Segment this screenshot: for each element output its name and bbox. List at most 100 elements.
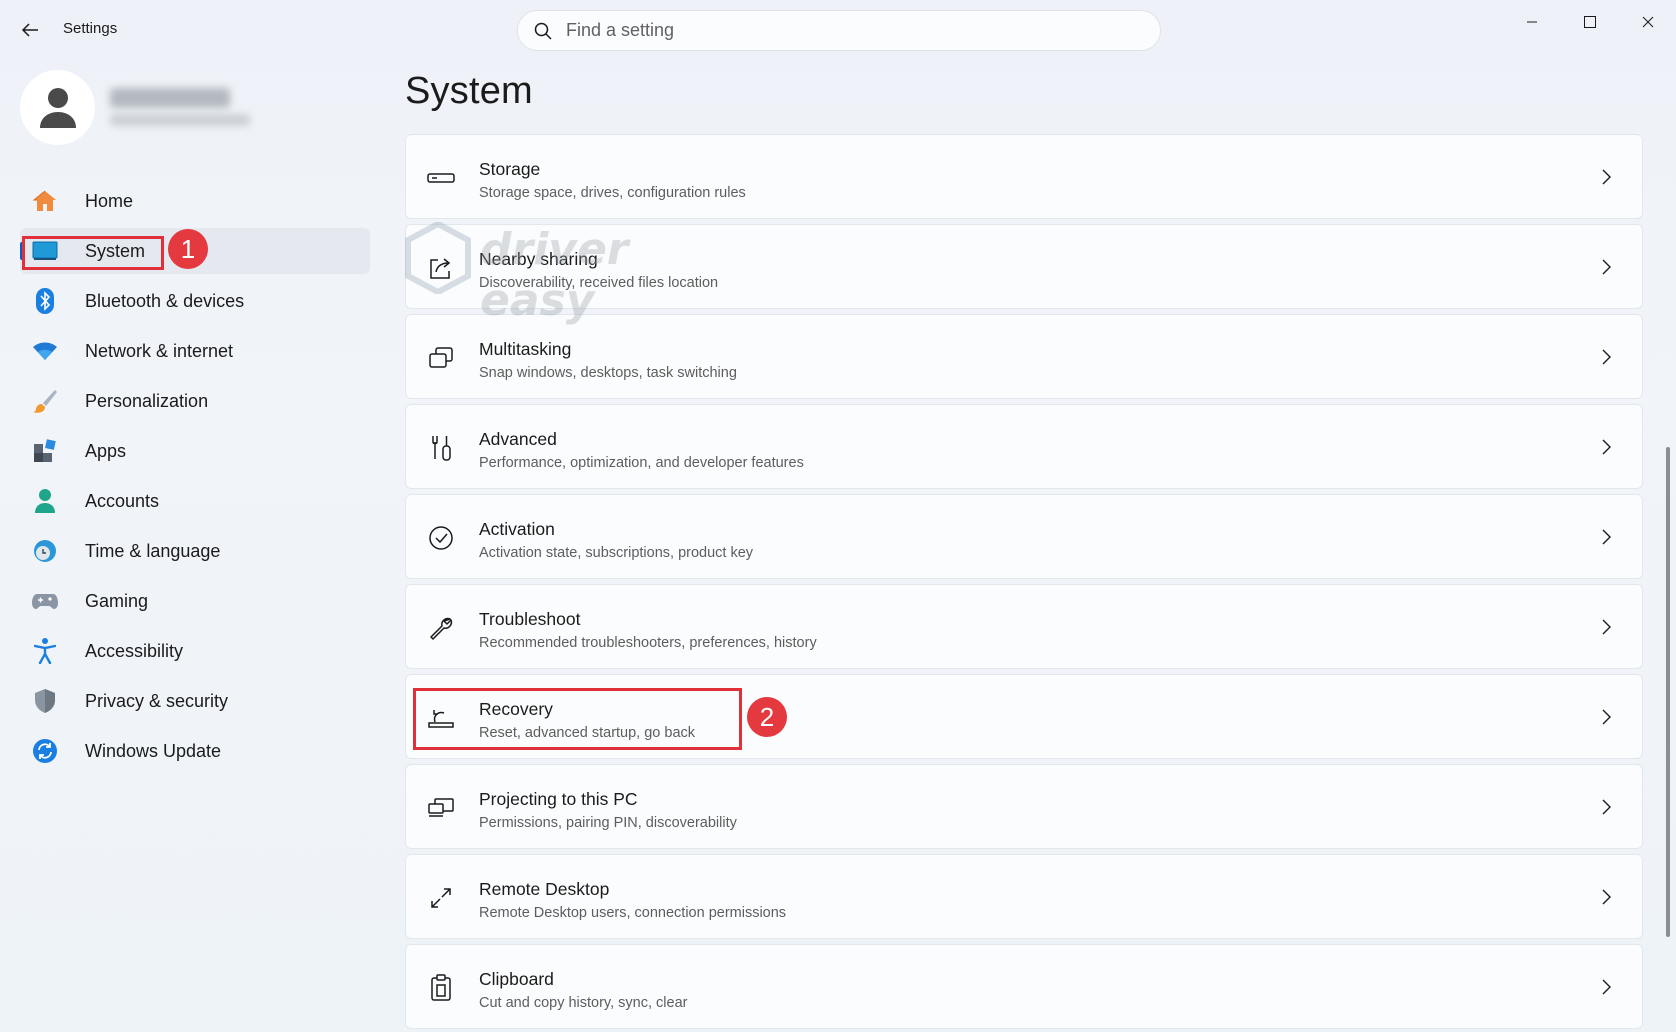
close-button[interactable]: [1626, 8, 1670, 36]
sidebar-item-label: Personalization: [85, 390, 209, 411]
annotation-box-recovery: [413, 688, 742, 750]
settings-list: Storage Storage space, drives, configura…: [405, 134, 1643, 1032]
person-icon: [39, 87, 76, 128]
chevron-right-icon: [1594, 975, 1618, 999]
sidebar-item-gaming[interactable]: Gaming: [20, 578, 370, 624]
card-subtitle: Storage space, drives, configuration rul…: [479, 185, 746, 201]
card-title: Clipboard: [479, 969, 554, 989]
avatar[interactable]: [20, 70, 95, 145]
settings-item-multitasking[interactable]: Multitasking Snap windows, desktops, tas…: [405, 314, 1643, 399]
maximize-icon: [1584, 16, 1596, 28]
sidebar-item-label: Home: [85, 190, 134, 211]
sidebar-item-personalization[interactable]: Personalization: [20, 378, 370, 424]
remote-desktop-icon: [426, 883, 456, 913]
card-title: Projecting to this PC: [479, 789, 638, 809]
card-subtitle: Cut and copy history, sync, clear: [479, 995, 688, 1011]
gamepad-icon: [32, 588, 58, 614]
minimize-button[interactable]: [1510, 8, 1554, 36]
sidebar-item-apps[interactable]: Apps: [20, 428, 370, 474]
sidebar-item-windows-update[interactable]: Windows Update: [20, 728, 370, 774]
card-title: Storage: [479, 159, 541, 179]
card-subtitle: Permissions, pairing PIN, discoverabilit…: [479, 815, 737, 831]
sidebar-item-home[interactable]: Home: [20, 178, 370, 224]
close-icon: [1642, 16, 1654, 28]
card-text: Storage Storage space, drives, configura…: [479, 159, 746, 201]
maximize-button[interactable]: [1568, 8, 1612, 36]
page-title: System: [405, 70, 533, 112]
settings-item-nearby-sharing[interactable]: Nearby sharing Discoverability, received…: [405, 224, 1643, 309]
card-text: Projecting to this PC Permissions, pairi…: [479, 789, 737, 831]
chevron-right-icon: [1594, 615, 1618, 639]
settings-item-storage[interactable]: Storage Storage space, drives, configura…: [405, 134, 1643, 219]
chevron-right-icon: [1594, 885, 1618, 909]
annotation-number-2: 2: [747, 697, 787, 737]
arrow-left-icon: [21, 23, 38, 37]
accounts-icon: [32, 488, 58, 514]
app-title: Settings: [63, 20, 118, 37]
sidebar-item-label: Time & language: [85, 540, 221, 561]
chevron-right-icon: [1594, 255, 1618, 279]
accessibility-icon: [32, 638, 58, 664]
clipboard-icon: [426, 973, 456, 1003]
settings-item-advanced[interactable]: Advanced Performance, optimization, and …: [405, 404, 1643, 489]
card-subtitle: Snap windows, desktops, task switching: [479, 365, 737, 381]
chevron-right-icon: [1594, 435, 1618, 459]
sidebar-item-label: Network & internet: [85, 340, 234, 361]
card-text: Remote Desktop Remote Desktop users, con…: [479, 879, 786, 921]
wrench-icon: [426, 613, 456, 643]
card-title: Activation: [479, 519, 555, 539]
card-title: Nearby sharing: [479, 249, 598, 269]
sidebar-item-network[interactable]: Network & internet: [20, 328, 370, 374]
sidebar-item-label: Bluetooth & devices: [85, 290, 245, 311]
user-email-blurred: [110, 114, 250, 126]
minimize-icon: [1527, 21, 1537, 23]
sidebar-item-time-language[interactable]: Time & language: [20, 528, 370, 574]
sidebar-item-privacy[interactable]: Privacy & security: [20, 678, 370, 724]
check-circle-icon: [426, 523, 456, 553]
chevron-right-icon: [1594, 165, 1618, 189]
tools-icon: [426, 433, 456, 463]
chevron-right-icon: [1594, 705, 1618, 729]
sidebar-item-label: Accessibility: [85, 640, 184, 661]
sidebar-item-label: Windows Update: [85, 740, 222, 761]
card-subtitle: Discoverability, received files location: [479, 275, 719, 291]
projecting-icon: [426, 793, 456, 823]
home-icon: [32, 188, 58, 214]
sidebar-item-label: Accounts: [85, 490, 160, 511]
search-box[interactable]: [517, 10, 1161, 51]
card-text: Advanced Performance, optimization, and …: [479, 429, 804, 471]
shield-icon: [32, 688, 58, 714]
user-name-blurred: [110, 88, 230, 108]
annotation-number-1: 1: [168, 229, 208, 269]
sidebar-item-accounts[interactable]: Accounts: [20, 478, 370, 524]
scrollbar[interactable]: [1666, 447, 1670, 937]
settings-item-projecting[interactable]: Projecting to this PC Permissions, pairi…: [405, 764, 1643, 849]
card-subtitle: Performance, optimization, and developer…: [479, 455, 804, 471]
chevron-right-icon: [1594, 525, 1618, 549]
settings-item-remote-desktop[interactable]: Remote Desktop Remote Desktop users, con…: [405, 854, 1643, 939]
card-text: Troubleshoot Recommended troubleshooters…: [479, 609, 817, 651]
settings-item-activation[interactable]: Activation Activation state, subscriptio…: [405, 494, 1643, 579]
sidebar-item-bluetooth[interactable]: Bluetooth & devices: [20, 278, 370, 324]
time-language-icon: [32, 538, 58, 564]
update-icon: [32, 738, 58, 764]
settings-item-clipboard[interactable]: Clipboard Cut and copy history, sync, cl…: [405, 944, 1643, 1029]
multitasking-icon: [426, 343, 456, 373]
card-subtitle: Remote Desktop users, connection permiss…: [479, 905, 787, 921]
card-title: Multitasking: [479, 339, 572, 359]
annotation-box-system: [22, 236, 164, 270]
chevron-right-icon: [1594, 795, 1618, 819]
bluetooth-icon: [32, 288, 58, 314]
card-title: Remote Desktop: [479, 879, 610, 899]
back-button[interactable]: [14, 16, 46, 44]
wifi-icon: [32, 338, 58, 364]
share-icon: [426, 253, 456, 283]
apps-icon: [32, 438, 58, 464]
card-text: Nearby sharing Discoverability, received…: [479, 249, 718, 291]
brush-icon: [32, 388, 58, 414]
search-input[interactable]: [566, 20, 1126, 41]
sidebar-item-label: Apps: [85, 440, 127, 461]
settings-item-troubleshoot[interactable]: Troubleshoot Recommended troubleshooters…: [405, 584, 1643, 669]
title-bar: Settings: [0, 0, 1676, 62]
sidebar-item-accessibility[interactable]: Accessibility: [20, 628, 370, 674]
